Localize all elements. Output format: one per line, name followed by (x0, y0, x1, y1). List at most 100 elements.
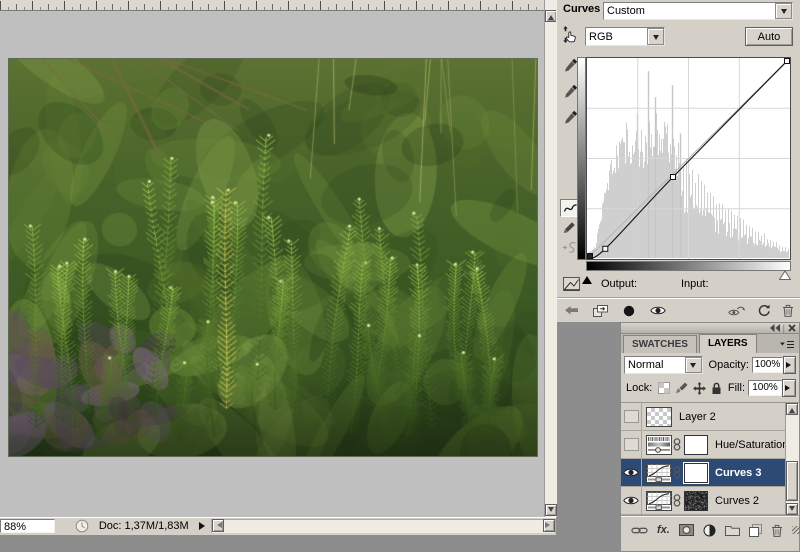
layer-name: Layer 2 (679, 411, 716, 423)
horizontal-scrollbar[interactable] (211, 519, 556, 534)
resize-grip[interactable] (792, 526, 800, 534)
scroll-down-button[interactable] (786, 503, 798, 515)
layer-visibility-toggle[interactable] (621, 459, 642, 486)
channel-value: RGB (586, 30, 647, 44)
hand-tool-icon[interactable] (562, 26, 578, 43)
eyedropper-gray-icon[interactable] (564, 84, 578, 98)
input-label: Input: (681, 278, 709, 290)
scrollbar-thumb[interactable] (786, 461, 798, 501)
status-bar: 88% Doc: 1,37M/1,83M (0, 517, 556, 534)
scroll-up-button[interactable] (786, 403, 798, 415)
zoom-input[interactable]: 88% (0, 519, 55, 533)
layer-mask-thumbnail[interactable] (684, 435, 708, 455)
layer-style-icon[interactable]: fx. (657, 524, 670, 536)
chevron-down-icon[interactable] (647, 28, 664, 45)
canvas-image[interactable] (8, 58, 538, 457)
chevron-down-icon[interactable] (775, 3, 792, 19)
return-arrow-icon[interactable] (564, 305, 579, 316)
layer-mask-icon[interactable] (679, 524, 694, 536)
document-window: 88% Doc: 1,37M/1,83M (0, 0, 556, 535)
fill-value[interactable]: 100% (748, 380, 782, 396)
eyedropper-white-icon[interactable] (564, 110, 578, 124)
link-mask-icon[interactable] (673, 466, 681, 479)
output-gradient-bar (577, 57, 586, 260)
tab-layers[interactable]: LAYERS (699, 334, 757, 353)
blend-mode-dropdown[interactable]: Normal (624, 356, 703, 374)
layer-thumbnail[interactable] (646, 463, 672, 483)
layer-list: Layer 2 Hue/Saturation 1 Curves 3 Curves 2 (621, 402, 799, 516)
panel-menu-icon[interactable] (779, 340, 795, 349)
group-icon[interactable] (725, 524, 740, 536)
layer-thumbnail[interactable] (646, 407, 672, 427)
panel-tabs: SWATCHES LAYERS (620, 334, 800, 353)
panel-group-header: | (620, 322, 800, 334)
opacity-label: Opacity: (709, 359, 749, 371)
expand-panel-icon[interactable] (593, 305, 608, 317)
link-layers-icon[interactable] (631, 526, 648, 535)
auto-button[interactable]: Auto (745, 27, 793, 46)
layer-name: Curves 3 (715, 467, 761, 479)
lock-all-icon[interactable] (711, 382, 722, 395)
layer-visibility-toggle[interactable] (621, 487, 642, 514)
layer-mask-thumbnail[interactable] (684, 491, 708, 511)
tab-swatches[interactable]: SWATCHES (623, 335, 697, 353)
doc-size-info[interactable]: Doc: 1,37M/1,83M (89, 520, 198, 532)
output-input-row: Output: Input: (557, 277, 800, 291)
lock-row: Lock: Fill: 100% (621, 374, 799, 399)
adjustments-footer (557, 297, 800, 323)
layer-list-scrollbar[interactable] (785, 403, 799, 515)
lock-label: Lock: (626, 382, 652, 394)
eye-icon[interactable] (650, 305, 666, 316)
fill-spinner[interactable] (782, 379, 796, 397)
layer-row[interactable]: Hue/Saturation 1 (621, 431, 799, 459)
layer-row[interactable]: Curves 3 (621, 459, 799, 487)
layer-row[interactable]: Curves 2 (621, 487, 799, 515)
scroll-right-button[interactable] (543, 519, 555, 532)
close-icon[interactable] (788, 324, 796, 332)
layer-thumbnail[interactable] (646, 435, 672, 455)
lock-paint-icon[interactable] (675, 382, 688, 395)
opacity-value[interactable]: 100% (752, 357, 783, 373)
display-options-icon[interactable] (563, 277, 580, 291)
layer-visibility-toggle[interactable] (621, 431, 642, 458)
divider: | (783, 323, 785, 333)
link-mask-icon[interactable] (673, 438, 681, 451)
curves-graph[interactable] (586, 57, 791, 260)
horizontal-ruler (0, 0, 544, 11)
layer-visibility-toggle[interactable] (621, 403, 642, 430)
blend-mode-value: Normal (625, 358, 685, 372)
layers-footer: fx. (621, 516, 799, 539)
status-menu-arrow[interactable] (198, 520, 209, 533)
layers-panel-group: | SWATCHES LAYERS Normal Opacity: 100% L… (620, 322, 800, 530)
curves-preset-dropdown[interactable]: Custom (603, 2, 793, 20)
trash-icon[interactable] (782, 304, 794, 317)
preset-value: Custom (604, 4, 775, 18)
layer-thumbnail[interactable] (646, 491, 672, 511)
curve-plot[interactable] (587, 58, 790, 259)
eyedropper-black-icon[interactable] (564, 58, 578, 72)
empty-visibility-box (624, 410, 639, 423)
lock-transparency-icon[interactable] (658, 382, 670, 394)
collapse-icon[interactable] (770, 324, 780, 332)
channel-dropdown[interactable]: RGB (585, 27, 665, 46)
opacity-spinner[interactable] (783, 356, 796, 374)
eye-icon (623, 495, 639, 506)
pencil-tool-icon[interactable] (563, 221, 576, 234)
eye-icon (623, 467, 639, 478)
scroll-left-button[interactable] (212, 519, 224, 532)
previous-state-icon[interactable] (728, 305, 745, 317)
chevron-down-icon[interactable] (685, 357, 702, 373)
panel-title: Curves (563, 3, 600, 15)
link-mask-icon[interactable] (673, 494, 681, 507)
scroll-down-button[interactable] (545, 504, 557, 516)
reset-icon[interactable] (757, 304, 771, 317)
lock-move-icon[interactable] (693, 382, 706, 395)
empty-visibility-box (624, 438, 639, 451)
status-clock-icon (75, 519, 89, 533)
photo-moss (9, 59, 537, 456)
layer-row[interactable]: Layer 2 (621, 403, 799, 431)
layer-mask-thumbnail[interactable] (684, 463, 708, 483)
layers-panel-body: Normal Opacity: 100% Lock: Fill: 100% La… (620, 353, 800, 552)
clip-to-layer-icon[interactable] (623, 305, 635, 317)
smooth-curve-icon[interactable] (562, 241, 578, 254)
